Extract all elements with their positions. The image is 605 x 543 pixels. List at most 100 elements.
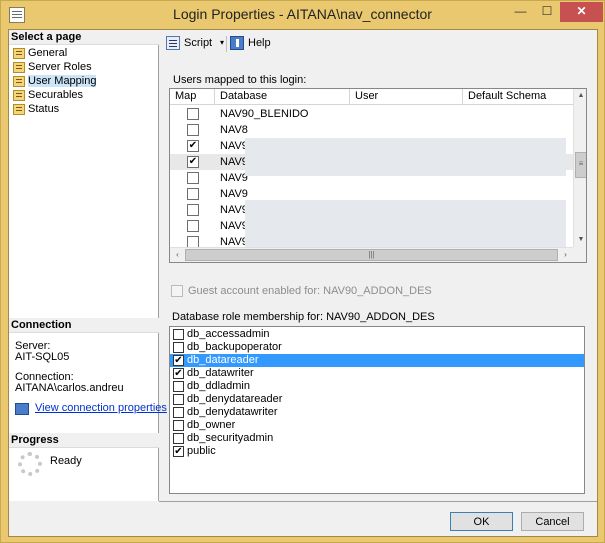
role-checkbox[interactable] [173, 420, 184, 431]
page-item-label: Securables [28, 89, 84, 101]
database-cell: NAV9 [220, 220, 248, 232]
map-checkbox[interactable] [187, 220, 199, 232]
column-header-user[interactable]: User [350, 89, 463, 105]
scroll-down-icon[interactable]: ▼ [574, 233, 586, 247]
vertical-scrollbar[interactable]: ▲ ≡ ▼ [573, 89, 586, 247]
map-checkbox[interactable] [187, 124, 199, 136]
role-checkbox[interactable] [173, 433, 184, 444]
bottom-divider [159, 501, 597, 502]
server-value: AIT-SQL05 [15, 351, 70, 363]
role-label: db_denydatawriter [187, 406, 278, 418]
close-button[interactable]: ✕ [560, 2, 603, 22]
page-item-general[interactable]: General [12, 47, 67, 60]
role-checkbox[interactable] [173, 329, 184, 340]
role-label: db_datawriter [187, 367, 254, 379]
scroll-right-icon[interactable]: › [558, 248, 573, 262]
role-item-db-datawriter[interactable]: ✔ db_datawriter [170, 367, 584, 380]
page-icon [13, 62, 25, 73]
users-mapped-grid: Map Database User Default Schema NAV90_B… [169, 88, 587, 263]
role-checkbox[interactable] [173, 342, 184, 353]
script-button[interactable]: Script [166, 35, 212, 53]
help-label: Help [248, 37, 271, 49]
table-row[interactable]: NAV8 [170, 122, 573, 138]
title-bar[interactable]: Login Properties - AITANA\nav_connector … [1, 1, 604, 29]
role-checkbox[interactable]: ✔ [173, 446, 184, 457]
map-checkbox[interactable]: ✔ [187, 140, 199, 152]
map-checkbox[interactable] [187, 204, 199, 216]
role-label: db_datareader [187, 354, 259, 366]
cancel-button[interactable]: Cancel [521, 512, 584, 531]
role-label: db_securityadmin [187, 432, 274, 444]
role-item-db-securityadmin[interactable]: db_securityadmin [170, 432, 584, 445]
database-cell: NAV8 [220, 124, 248, 136]
role-item-db-datareader[interactable]: ✔ db_datareader [170, 354, 584, 367]
guest-account-checkbox [171, 285, 183, 297]
select-page-header: Select a page [9, 30, 159, 45]
database-cell: NAV9 [220, 188, 248, 200]
login-properties-window: Login Properties - AITANA\nav_connector … [0, 0, 605, 543]
role-label: public [187, 445, 216, 457]
script-dropdown-arrow-icon[interactable]: ▾ [220, 35, 224, 51]
minimize-button[interactable]: — [507, 2, 534, 22]
column-header-default-schema[interactable]: Default Schema [463, 89, 573, 105]
column-header-database[interactable]: Database [215, 89, 350, 105]
redacted-area-lower [245, 200, 566, 250]
map-checkbox[interactable] [187, 172, 199, 184]
toolbar-separator [226, 36, 227, 52]
column-header-map[interactable]: Map [170, 89, 215, 105]
script-icon [166, 36, 180, 50]
map-checkbox[interactable] [187, 108, 199, 120]
role-label: db_owner [187, 419, 236, 431]
scroll-left-icon[interactable]: ‹ [170, 248, 185, 262]
map-checkbox[interactable]: ✔ [187, 156, 199, 168]
role-item-db-accessadmin[interactable]: db_accessadmin [170, 328, 584, 341]
database-cell: NAV9 [220, 204, 248, 216]
script-label: Script [184, 37, 213, 49]
role-item-db-owner[interactable]: db_owner [170, 419, 584, 432]
role-item-db-backupoperator[interactable]: db_backupoperator [170, 341, 584, 354]
grid-header: Map Database User Default Schema [170, 89, 573, 105]
maximize-button[interactable]: ☐ [534, 2, 560, 22]
database-cell: NAV90_BLENIDO [220, 108, 309, 120]
view-connection-properties-link[interactable]: View connection properties [35, 402, 167, 414]
role-item-db-denydatareader[interactable]: db_denydatareader [170, 393, 584, 406]
page-item-label: Status [28, 103, 60, 115]
vertical-scroll-thumb[interactable]: ≡ [575, 152, 586, 178]
page-item-label: User Mapping [28, 75, 97, 87]
scroll-up-icon[interactable]: ▲ [574, 89, 586, 103]
page-item-status[interactable]: Status [12, 103, 59, 116]
page-icon [13, 48, 25, 59]
page-icon [13, 104, 25, 115]
role-checkbox[interactable]: ✔ [173, 368, 184, 379]
role-item-db-denydatawriter[interactable]: db_denydatawriter [170, 406, 584, 419]
connection-properties-icon [15, 403, 29, 415]
ok-button[interactable]: OK [450, 512, 513, 531]
map-checkbox[interactable] [187, 188, 199, 200]
database-cell: NAV9 [220, 172, 248, 184]
role-checkbox[interactable] [173, 394, 184, 405]
page-item-securables[interactable]: Securables [12, 89, 83, 102]
page-item-server-roles[interactable]: Server Roles [12, 61, 92, 74]
page-item-user-mapping[interactable]: User Mapping [12, 75, 97, 88]
users-mapped-label: Users mapped to this login: [173, 74, 307, 86]
role-membership-label: Database role membership for: NAV90_ADDO… [172, 311, 435, 323]
connection-value: AITANA\carlos.andreu [15, 382, 124, 394]
role-item-db-ddladmin[interactable]: db_ddladmin [170, 380, 584, 393]
horizontal-scrollbar[interactable]: ‹ ||| › [170, 247, 573, 262]
table-row[interactable]: NAV90_BLENIDO [170, 106, 573, 122]
role-membership-list: db_accessadmin db_backupoperator ✔ db_datar… [169, 326, 585, 494]
connection-header: Connection [9, 318, 159, 333]
help-button[interactable]: Help [230, 35, 271, 53]
role-checkbox[interactable] [173, 381, 184, 392]
progress-header: Progress [9, 433, 159, 448]
role-checkbox[interactable]: ✔ [173, 355, 184, 366]
database-cell: NAV9 [220, 140, 248, 152]
role-label: db_denydatareader [187, 393, 283, 405]
role-checkbox[interactable] [173, 407, 184, 418]
role-label: db_accessadmin [187, 328, 270, 340]
horizontal-scroll-thumb[interactable]: ||| [185, 249, 558, 261]
page-icon [13, 76, 25, 87]
role-item-public[interactable]: ✔ public [170, 445, 584, 458]
scrollbar-corner [573, 247, 586, 262]
dialog-client-area: Select a page General Server Roles User Ma… [8, 29, 598, 537]
